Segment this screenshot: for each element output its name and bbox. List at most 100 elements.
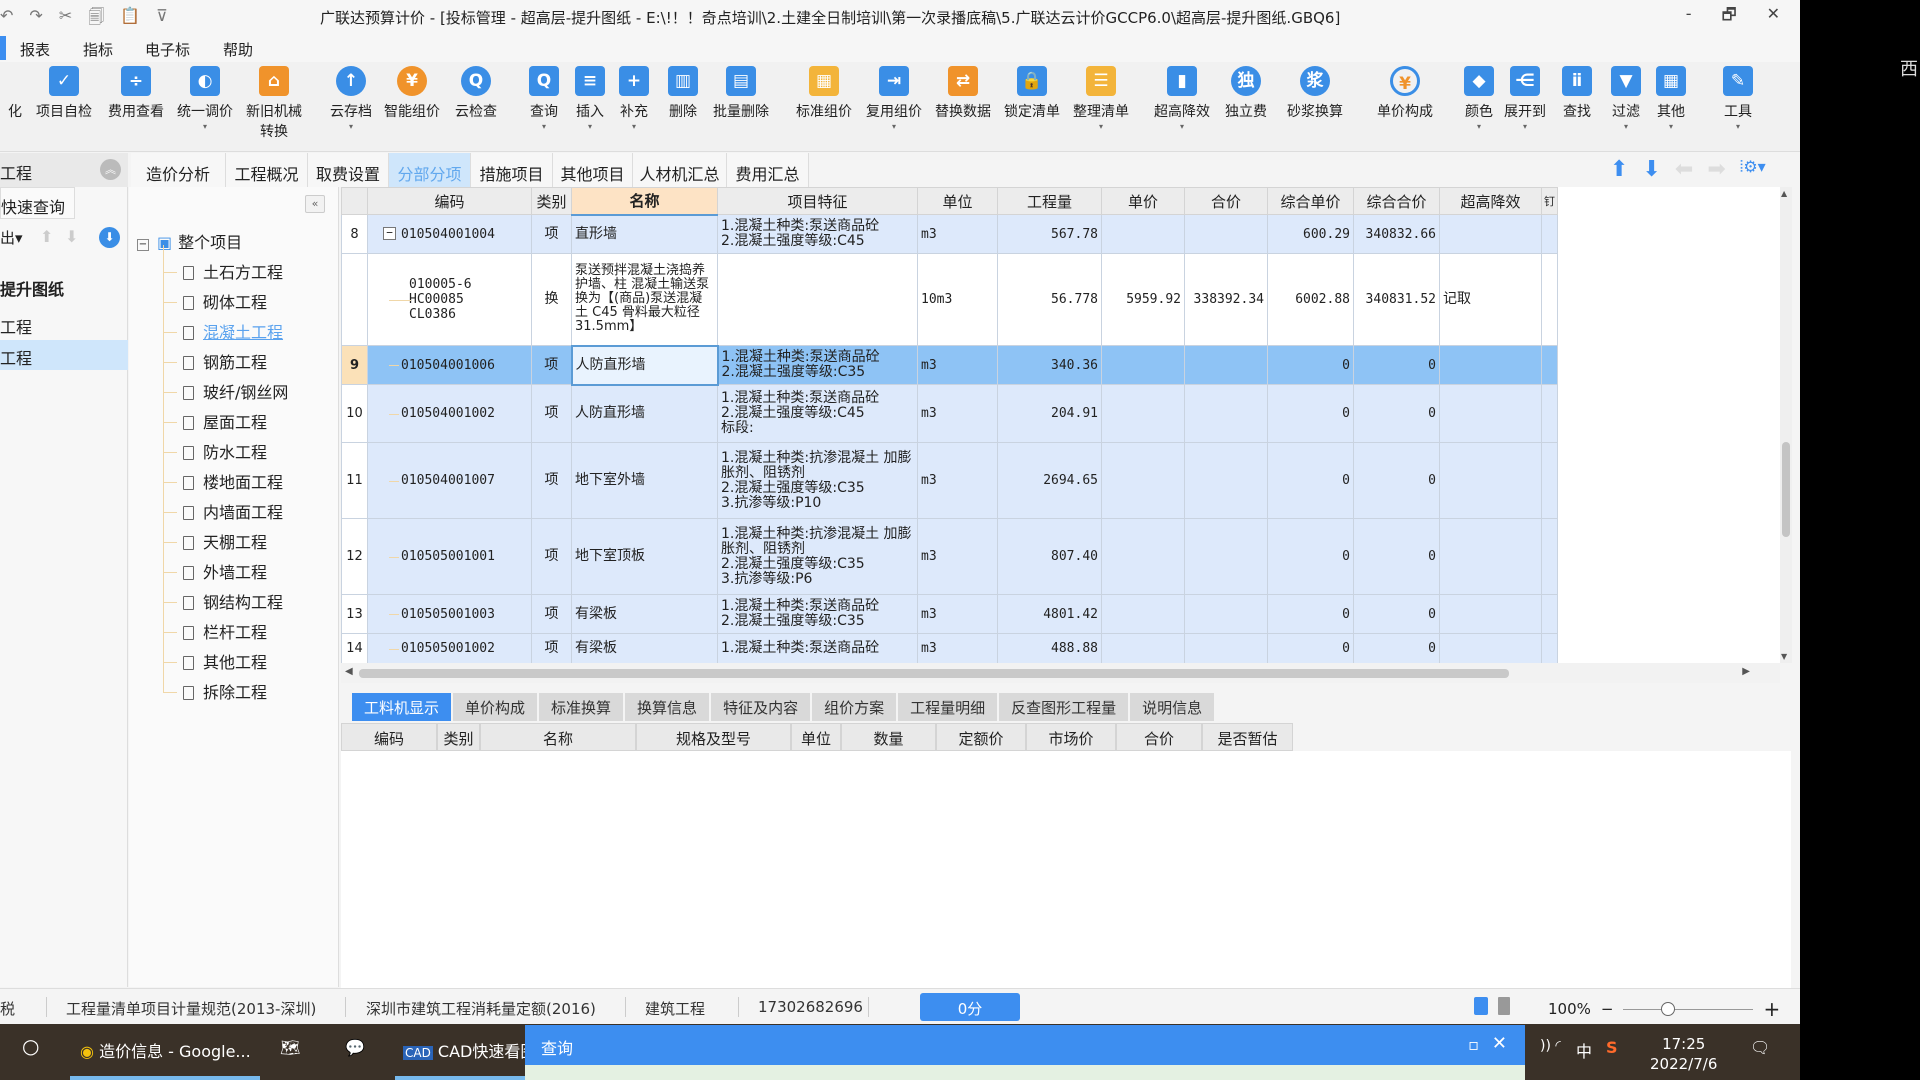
cell-feature[interactable]: 1.混凝土种类:抗渗混凝土 加膨胀剂、阻锈剂 2.混凝土强度等级:C35 3.抗… <box>717 518 918 595</box>
bill-item-row[interactable]: 9 010504001006 项人防直形墙 1.混凝土种类:泵送商品砼 2.混凝土强度… <box>341 344 1558 386</box>
grid-vertical-scrollbar[interactable]: ▲ ▼ <box>1780 187 1792 663</box>
detail-col-header[interactable]: 类别 <box>437 723 480 751</box>
quota-row[interactable]: 010005-6 HC00085 CL0386 换泵送预拌混凝土浇捣养护墙、柱 混… <box>341 253 1558 346</box>
cell-quantity[interactable]: 567.78 <box>997 214 1102 254</box>
cell-height-efficiency[interactable] <box>1439 345 1542 385</box>
nav-down-icon[interactable]: ⬇ <box>65 227 78 246</box>
zoom-slider[interactable] <box>1623 1001 1754 1016</box>
cell-name[interactable]: 人防直形墙 <box>570 344 719 386</box>
customize-icon[interactable]: ⊽ <box>156 6 168 33</box>
tree-node[interactable]: 混凝土工程 <box>163 319 283 343</box>
cell-name[interactable]: 泵送预拌混凝土浇捣养护墙、柱 混凝土输送泵 换为【(商品)泵送混凝土 C45 骨… <box>571 253 718 346</box>
cell-height-efficiency[interactable] <box>1439 518 1542 595</box>
sogou-icon[interactable]: S <box>1606 1038 1618 1057</box>
cell-total[interactable] <box>1184 594 1268 634</box>
tree-node[interactable]: 防水工程 <box>163 439 267 463</box>
cloud-check-button[interactable]: Q 云检查 <box>455 66 497 121</box>
tray-icons[interactable]: )) ◜ <box>1540 1038 1561 1054</box>
detail-tab[interactable]: 工料机显示 <box>352 693 452 721</box>
col-header-price[interactable]: 单价 <box>1101 187 1185 215</box>
tree-root[interactable]: − ▣ 整个项目 <box>137 229 242 253</box>
cell-unit[interactable]: m3 <box>917 518 998 595</box>
cell-composite-total[interactable]: 340832.66 <box>1353 214 1440 254</box>
tree-node[interactable]: 砌体工程 <box>163 289 267 313</box>
cortana-icon[interactable]: ○ <box>22 1034 39 1058</box>
cell-type[interactable]: 项 <box>531 633 572 663</box>
tree-node[interactable]: 其他工程 <box>163 649 267 673</box>
tree-node[interactable]: 拆除工程 <box>163 679 267 703</box>
cell-code[interactable]: 010504001002 <box>367 384 532 443</box>
detail-tab[interactable]: 换算信息 <box>625 693 710 721</box>
cell-code[interactable]: 010504001006 <box>367 345 532 385</box>
redo-icon[interactable]: ↷ <box>29 6 42 33</box>
cell-type[interactable]: 项 <box>531 345 572 385</box>
detail-tab[interactable]: 说明信息 <box>1130 693 1215 721</box>
cell-name[interactable]: 地下室顶板 <box>571 518 718 595</box>
cell-composite-unit-price[interactable]: 600.29 <box>1267 214 1354 254</box>
row-number[interactable]: 9 <box>341 345 368 385</box>
replace-data-button[interactable]: ⇄ 替换数据 <box>935 66 991 121</box>
cell-unit[interactable]: m3 <box>917 384 998 443</box>
file-menu-button[interactable] <box>0 36 6 60</box>
bill-item-row[interactable]: 8−010504001004 项直形墙 1.混凝土种类:泵送商品砼 2.混凝土强度等… <box>341 214 1558 254</box>
cell-unit[interactable]: m3 <box>917 633 998 663</box>
zoom-out-button[interactable]: − <box>1601 1000 1614 1018</box>
row-number[interactable]: 14 <box>341 633 368 663</box>
col-header-quantity[interactable]: 工程量 <box>997 187 1102 215</box>
cell-quantity[interactable]: 807.40 <box>997 518 1102 595</box>
cell-composite-unit-price[interactable]: 0 <box>1267 633 1354 663</box>
collapse-up-icon[interactable]: ︽ <box>100 159 121 180</box>
cell-total[interactable] <box>1184 442 1268 519</box>
menu-indicators[interactable]: 指标 <box>83 39 113 60</box>
tree-node[interactable]: 钢筋工程 <box>163 349 267 373</box>
detail-col-header[interactable]: 规格及型号 <box>636 723 791 751</box>
cell-composite-unit-price[interactable]: 0 <box>1267 518 1354 595</box>
cell-name[interactable]: 直形墙 <box>571 214 718 254</box>
move-left-icon[interactable]: ⬅ <box>1675 157 1693 182</box>
tree-node[interactable]: 栏杆工程 <box>163 619 267 643</box>
menu-reports[interactable]: 报表 <box>20 39 50 60</box>
cell-composite-total[interactable]: 0 <box>1353 633 1440 663</box>
cell-type[interactable]: 项 <box>531 214 572 254</box>
lock-list-button[interactable]: 🔒 锁定清单 <box>1004 66 1060 121</box>
cell-name[interactable]: 有梁板 <box>571 594 718 634</box>
cell-total[interactable] <box>1184 384 1268 443</box>
cloud-archive-button[interactable]: ↑ 云存档 ▾ <box>330 66 372 131</box>
bill-item-row[interactable]: 14 010505001002 项有梁板 1.混凝土种类:泵送商品砼 m3 488.88 0… <box>341 633 1558 663</box>
cell-code[interactable]: 010505001003 <box>367 594 532 634</box>
cell-lock[interactable] <box>1541 345 1558 385</box>
scroll-down-icon[interactable]: ▼ <box>1781 652 1787 661</box>
row-number[interactable] <box>341 253 368 346</box>
mortar-convert-button[interactable]: 浆砂浆换算 <box>1287 66 1343 121</box>
row-number[interactable]: 8 <box>341 214 368 254</box>
cell-name[interactable]: 人防直形墙 <box>571 384 718 443</box>
cell-lock[interactable] <box>1541 518 1558 595</box>
cell-composite-unit-price[interactable]: 0 <box>1267 594 1354 634</box>
download-icon[interactable]: ⬇ <box>99 227 120 248</box>
maximize-icon[interactable]: ▫ <box>1468 1035 1479 1054</box>
cell-type[interactable]: 项 <box>531 594 572 634</box>
cell-composite-unit-price[interactable]: 6002.88 <box>1267 253 1354 346</box>
cell-type[interactable]: 项 <box>531 384 572 443</box>
nav-up-icon[interactable]: ⬆ <box>40 227 53 246</box>
cell-height-efficiency[interactable]: 记取 <box>1439 253 1542 346</box>
cell-code[interactable]: −010504001004 <box>367 214 532 254</box>
cell-lock[interactable] <box>1541 594 1558 634</box>
tab-labor-material-summary[interactable]: 人材机汇总 <box>633 153 727 187</box>
expand-to-button[interactable]: ⋲ 展开到 ▾ <box>1504 66 1546 131</box>
menu-help[interactable]: 帮助 <box>223 39 253 60</box>
tools-button[interactable]: ✎ 工具 ▾ <box>1723 66 1753 131</box>
independent-fee-button[interactable]: 独独立费 <box>1225 66 1267 121</box>
navigator-item[interactable]: 工程 <box>0 309 128 339</box>
organize-list-button[interactable]: ☰ 整理清单 ▾ <box>1073 66 1129 131</box>
cell-unit[interactable]: m3 <box>917 594 998 634</box>
tree-node[interactable]: 钢结构工程 <box>163 589 283 613</box>
cell-name[interactable]: 地下室外墙 <box>571 442 718 519</box>
standard-pricing-button[interactable]: ▦ 标准组价 <box>796 66 852 121</box>
color-button[interactable]: ◆ 颜色 ▾ <box>1464 66 1494 131</box>
find-button[interactable]: ⅱ 查找 <box>1562 66 1592 121</box>
cell-quantity[interactable]: 340.36 <box>997 345 1102 385</box>
cell-code[interactable]: 010505001001 <box>367 518 532 595</box>
supplement-button[interactable]: + 补充 ▾ <box>619 66 649 131</box>
cell-unit[interactable]: 10m3 <box>917 253 998 346</box>
